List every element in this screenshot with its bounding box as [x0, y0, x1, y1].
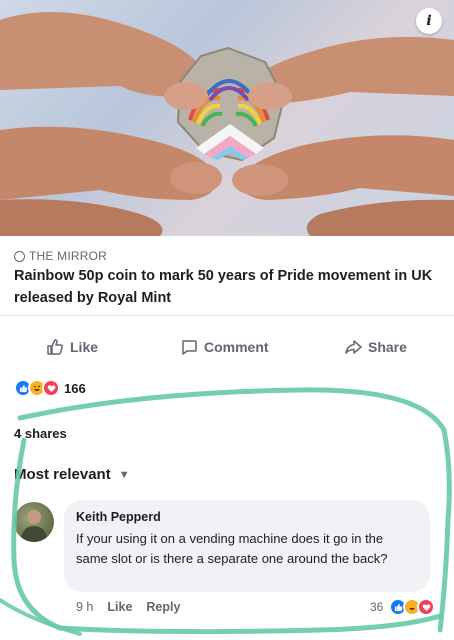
info-icon: i — [426, 13, 432, 29]
like-label: Like — [70, 339, 99, 355]
comment-reactions[interactable]: 36 — [370, 598, 436, 616]
globe-icon — [14, 250, 25, 262]
avatar[interactable] — [14, 502, 54, 542]
comment-text: If your using it on a vending machine do… — [76, 531, 388, 566]
source-name: THE MIRROR — [29, 249, 107, 263]
info-button[interactable]: i — [416, 8, 442, 34]
link-headline[interactable]: Rainbow 50p coin to mark 50 years of Pri… — [14, 265, 439, 309]
like-button[interactable]: Like — [46, 338, 98, 356]
comment-reaction-count: 36 — [370, 600, 384, 614]
thumbs-up-icon — [47, 339, 63, 355]
shares-count[interactable]: 4 shares — [14, 426, 67, 441]
comment-button[interactable]: Comment — [180, 338, 269, 356]
comment-sort-dropdown[interactable]: Most relevant ▼ — [14, 466, 130, 483]
comment-reply-button[interactable]: Reply — [146, 600, 180, 614]
comment-love-icon — [417, 598, 436, 616]
share-button[interactable]: Share — [344, 338, 407, 356]
chevron-down-icon: ▼ — [118, 468, 130, 481]
share-icon — [345, 340, 362, 354]
coin-photo — [0, 12, 454, 236]
share-label: Share — [368, 339, 407, 355]
love-icon — [42, 379, 60, 397]
reaction-count: 166 — [64, 380, 86, 396]
comment-meta: 9 h Like Reply — [76, 600, 194, 614]
comment-author[interactable]: Keith Pepperd — [76, 510, 418, 524]
comment-like-button[interactable]: Like — [107, 600, 132, 614]
post-actions: Like Comment Share — [0, 327, 454, 367]
comment-time[interactable]: 9 h — [76, 600, 93, 614]
sort-label: Most relevant — [14, 466, 111, 483]
comment-label: Comment — [204, 339, 269, 355]
comment-bubble: Keith Pepperd If your using it on a vend… — [64, 500, 430, 592]
link-preview[interactable]: THE MIRROR Rainbow 50p coin to mark 50 y… — [0, 236, 454, 316]
comment-icon — [182, 340, 197, 355]
link-source: THE MIRROR — [14, 249, 107, 263]
reactions-summary[interactable]: 166 — [14, 379, 86, 397]
post-image[interactable]: i — [0, 0, 454, 236]
